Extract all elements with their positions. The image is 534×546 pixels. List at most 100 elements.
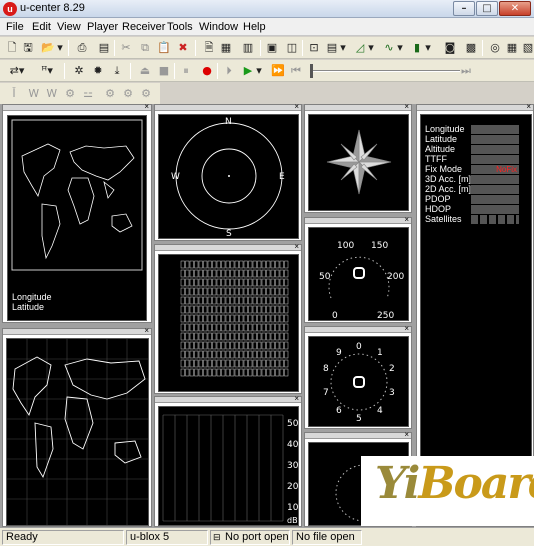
menu-player[interactable]: Player [87,21,118,33]
eject-icon[interactable]: ⏏ [137,63,153,79]
menu-receiver[interactable]: Receiver [122,21,165,33]
sky-view-window[interactable]: × N E S W [154,102,302,241]
menu-edit[interactable]: Edit [32,21,51,33]
grid-view-icon[interactable]: ▦ [504,40,520,56]
level-cell [203,359,208,368]
filter-icon[interactable]: ⚍ [80,86,96,102]
level-cell [216,269,221,278]
gear-icon[interactable]: ⚙ [120,86,136,102]
open-folder-icon[interactable]: 📂 [40,40,56,56]
menu-tools[interactable]: Tools [167,21,193,33]
signal-chart-icon[interactable]: ∿ [381,40,397,56]
sky-view-icon[interactable]: ◙ [442,40,458,56]
more-tools-icon[interactable]: ▧ [520,40,534,56]
fast-forward-icon[interactable]: ⏩ [270,63,286,79]
print-preview-icon[interactable]: ▤ [96,40,112,56]
text-view-icon[interactable]: ▦ [218,40,234,56]
close-icon[interactable]: × [404,430,409,440]
level-cell [221,296,226,305]
clock-window[interactable]: × 0 1 2 3 4 5 6 7 8 9 [304,324,412,429]
dropdown-arrow-icon[interactable]: ▾ [56,40,64,56]
close-icon[interactable]: × [294,102,299,112]
level-cell [216,350,221,359]
dropdown-arrow-icon[interactable]: ▾ [396,40,404,56]
close-icon[interactable]: × [404,102,409,112]
level-cell [203,314,208,323]
speedometer-window[interactable]: × 0 50 100 150 200 250 [304,215,412,323]
document-icon[interactable]: 🗎 [201,40,217,56]
deviation-map-icon[interactable]: ▩ [463,40,479,56]
level-cell [230,341,235,350]
menu-help[interactable]: Help [243,21,266,33]
minimize-button[interactable]: – [453,1,475,16]
histogram-icon[interactable]: ▮ [409,40,425,56]
dropdown-arrow-icon[interactable]: ▾ [255,63,263,79]
config-icon[interactable]: Ꮃ [44,86,60,102]
play-icon[interactable]: ▶ [240,63,256,79]
menu-view[interactable]: View [57,21,81,33]
text-console-icon[interactable]: ⊡ [306,40,322,56]
signal-chart-window[interactable]: × 50 40 30 20 10 dB [154,394,302,527]
close-button[interactable]: ✕ [499,1,531,16]
close-icon[interactable]: × [404,215,409,225]
level-cell [212,287,217,296]
close-icon[interactable]: × [294,394,299,404]
close-icon[interactable]: × [144,326,149,336]
level-cell [189,314,194,323]
record-icon[interactable]: ● [199,63,215,79]
binary-console-icon[interactable]: ▣ [264,40,280,56]
stop-icon[interactable]: ■ [156,63,172,79]
menu-file[interactable]: File [6,21,24,33]
messages-view-icon[interactable]: ▥ [240,40,256,56]
dropdown-arrow-icon[interactable]: ▾ [339,40,347,56]
debug-icon[interactable]: ✹ [90,63,106,79]
chart-view-icon[interactable]: ◿ [352,40,368,56]
playback-slider-track[interactable] [310,70,460,72]
gear-icon[interactable]: ⚙ [102,86,118,102]
clock-tick-9: 9 [336,348,342,358]
world-map-window[interactable]: × Longitude Latitude [2,102,152,323]
autobaud-icon[interactable]: ✲ [71,63,87,79]
baudrate-icon[interactable]: ꟸ▾ [36,63,58,79]
paste-icon[interactable]: 📋 [156,40,172,56]
world-map-grid-window[interactable]: × [2,326,152,527]
speedometer-panel: 0 50 100 150 200 250 [308,227,409,321]
packet-console-icon[interactable]: ◫ [284,40,300,56]
level-cell [189,260,194,269]
copy-icon[interactable]: ⧉ [137,40,153,56]
step-forward-icon[interactable]: ⏵ [221,63,237,79]
ubx-icon[interactable]: Ǐ [6,86,22,102]
maximize-button[interactable]: □ [476,1,498,16]
menu-window[interactable]: Window [199,21,238,33]
pause-icon[interactable]: ⏸ [178,63,194,79]
satellite-level-window[interactable]: × [154,242,302,394]
new-file-icon[interactable]: 🗋 [4,40,20,56]
level-cell [180,314,185,323]
window-caption: × [155,394,301,404]
save-icon[interactable]: 🖫 [20,40,36,56]
compass-window[interactable]: × [304,102,412,213]
print-icon[interactable]: ⎙ [74,40,90,56]
compass-icon[interactable]: ◎ [487,40,503,56]
close-icon[interactable]: × [404,324,409,334]
level-cell [180,350,185,359]
close-icon[interactable]: × [526,102,531,112]
dropdown-arrow-icon[interactable]: ▾ [424,40,432,56]
poll-icon[interactable]: Ꮃ [26,86,42,102]
level-cell [239,287,244,296]
cut-icon[interactable]: ✂ [118,40,134,56]
table-view-icon[interactable]: ▤ [324,40,340,56]
msg-icon[interactable]: ⚙ [62,86,78,102]
skip-end-icon[interactable]: ⏭ [458,63,474,79]
level-cell [279,260,284,269]
close-icon[interactable]: × [294,242,299,252]
skip-back-icon[interactable]: ⏮ [288,63,304,79]
gear-icon[interactable]: ⚙ [138,86,154,102]
close-icon[interactable]: × [144,102,149,112]
dropdown-arrow-icon[interactable]: ▾ [367,40,375,56]
level-cell [252,314,257,323]
download-icon[interactable]: ⤓ [109,63,125,79]
connection-icon[interactable]: ⇄▾ [6,63,28,79]
delete-icon[interactable]: ✖ [175,40,191,56]
playback-slider-thumb[interactable] [310,64,313,78]
